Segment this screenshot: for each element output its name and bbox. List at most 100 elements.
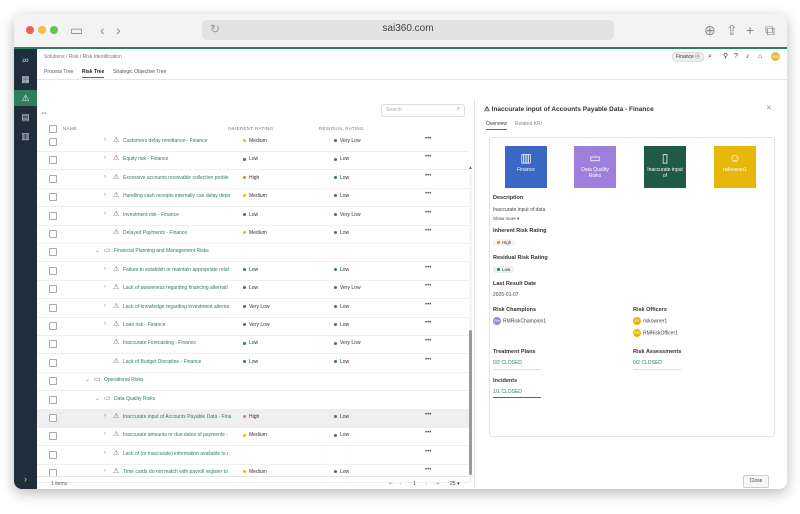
scroll-up-icon[interactable]: ▲ bbox=[468, 165, 473, 171]
user-avatar[interactable]: RM bbox=[771, 52, 780, 61]
risk-name[interactable]: Failure to establish or maintain appropr… bbox=[123, 267, 241, 273]
more-options-icon[interactable]: ••• bbox=[425, 357, 431, 363]
logo-icon[interactable]: ∞ bbox=[14, 52, 37, 68]
tile-unit[interactable]: ▥ Finance bbox=[505, 146, 547, 188]
table-row[interactable]: › ⚠ Failure to establish or maintain appro… bbox=[37, 262, 469, 281]
officer-entry[interactable]: RM RMRiskOfficer1 bbox=[633, 329, 678, 337]
column-header-name[interactable]: NAME bbox=[63, 126, 77, 131]
collapse-icon[interactable]: ⌄ bbox=[95, 395, 100, 402]
row-checkbox[interactable] bbox=[49, 414, 57, 422]
scroll-thumb[interactable] bbox=[469, 330, 472, 475]
table-row[interactable]: ⚠ Inaccurate Forecasting - Finance Low Very… bbox=[37, 335, 469, 355]
risk-name[interactable]: Lack of (or inaccurate) information avai… bbox=[123, 451, 241, 457]
expand-icon[interactable]: › bbox=[104, 431, 106, 437]
table-row[interactable]: › ⚠ Handling cash receipts internally can … bbox=[37, 188, 469, 208]
expand-icon[interactable]: › bbox=[104, 468, 106, 474]
expand-icon[interactable]: › bbox=[104, 211, 106, 217]
risk-name[interactable]: Loan risk - Finance bbox=[123, 322, 241, 328]
risk-name[interactable]: Equity risk - Finance bbox=[123, 156, 241, 162]
row-checkbox[interactable] bbox=[49, 285, 57, 294]
row-checkbox[interactable] bbox=[49, 193, 57, 202]
next-page-icon[interactable]: › bbox=[425, 481, 427, 487]
close-window-button[interactable] bbox=[26, 26, 34, 34]
table-row[interactable]: › ⚠ Lack of awareness regarding financing … bbox=[37, 280, 469, 300]
last-page-icon[interactable]: ⇥ bbox=[435, 481, 439, 487]
more-options-icon[interactable]: ••• bbox=[425, 430, 431, 436]
column-header-inherent[interactable]: INHERENT RATING bbox=[228, 126, 273, 131]
home-icon[interactable]: ⌂ bbox=[758, 52, 762, 61]
row-checkbox[interactable] bbox=[49, 450, 57, 459]
row-checkbox[interactable] bbox=[49, 303, 57, 312]
risk-nav-icon[interactable]: ⚠ bbox=[14, 90, 37, 106]
row-checkbox[interactable] bbox=[49, 377, 57, 386]
row-checkbox[interactable] bbox=[49, 432, 57, 441]
grid-scrollbar[interactable]: ▲ bbox=[468, 165, 473, 482]
tile-owner[interactable]: ☺ riskowner1 bbox=[714, 146, 756, 188]
table-row[interactable]: › ⚠ Loan risk - Finance Very Low Low ••• bbox=[37, 317, 469, 336]
expand-icon[interactable]: › bbox=[104, 413, 106, 419]
group-row[interactable]: ⌄ ▭ Operational Risks bbox=[37, 372, 469, 392]
breadcrumb[interactable]: Solutions / Risk / Risk Identification bbox=[44, 54, 122, 60]
more-options-icon[interactable]: ••• bbox=[425, 210, 431, 216]
group-name[interactable]: Operational Risks bbox=[104, 377, 143, 383]
expand-icon[interactable]: › bbox=[104, 321, 106, 327]
row-checkbox[interactable] bbox=[49, 230, 57, 238]
table-row[interactable]: › ⚠ Lack of knowledge regarding investment… bbox=[37, 299, 469, 318]
help-icon[interactable]: ? bbox=[734, 52, 738, 61]
row-checkbox[interactable] bbox=[49, 340, 57, 349]
back-icon[interactable]: ‹ bbox=[100, 22, 105, 38]
risk-name[interactable]: Inaccurate input of Accounts Payable Dat… bbox=[123, 414, 241, 420]
group-name[interactable]: Data Quality Risks bbox=[114, 396, 155, 402]
tile-risk[interactable]: ▯ Inaccurate input of bbox=[644, 146, 686, 188]
risk-name[interactable]: Lack of knowledge regarding investment a… bbox=[123, 304, 241, 310]
move-icon[interactable]: ⇔ bbox=[40, 108, 48, 117]
expand-icon[interactable]: › bbox=[104, 174, 106, 180]
table-row[interactable]: › ⚠ Lack of (or inaccurate) information av… bbox=[37, 446, 469, 465]
more-options-icon[interactable]: ••• bbox=[425, 191, 431, 197]
row-checkbox[interactable] bbox=[49, 248, 57, 257]
table-row[interactable]: › ⚠ Investment risk - Finance Low Very Low ••… bbox=[37, 207, 469, 226]
more-options-icon[interactable]: ••• bbox=[425, 283, 431, 289]
select-all-checkbox[interactable] bbox=[49, 125, 57, 133]
table-row[interactable]: › ⚠ Inaccurate input of Accounts Payable D… bbox=[37, 409, 469, 428]
risk-name[interactable]: Excessive accounts receivable collection… bbox=[123, 175, 241, 181]
expand-icon[interactable]: › bbox=[104, 303, 106, 309]
expand-icon[interactable]: › bbox=[104, 284, 106, 290]
more-options-icon[interactable]: ••• bbox=[425, 449, 431, 455]
expand-icon[interactable]: › bbox=[104, 155, 106, 161]
new-tab-icon[interactable]: + bbox=[746, 22, 754, 38]
tab-overview[interactable]: Overview bbox=[486, 121, 507, 130]
group-row[interactable]: ⌄ ▭ Financial Planning and Management Risk… bbox=[37, 243, 469, 263]
sidebar-toggle-icon[interactable]: ▭ bbox=[70, 22, 83, 38]
table-row[interactable]: ⚠ Delayed Payments - Finance Medium Low ••• bbox=[37, 225, 469, 244]
maximize-window-button[interactable] bbox=[50, 26, 58, 34]
close-button[interactable]: Close bbox=[743, 475, 769, 488]
row-checkbox[interactable] bbox=[49, 395, 57, 404]
current-page[interactable]: 1 bbox=[413, 481, 416, 487]
reports-icon[interactable]: ▤ bbox=[14, 109, 37, 125]
row-checkbox[interactable] bbox=[49, 266, 57, 275]
risk-name[interactable]: Delayed Payments - Finance bbox=[123, 230, 241, 236]
expand-icon[interactable]: › bbox=[104, 266, 106, 272]
expand-rail-icon[interactable]: › bbox=[14, 471, 37, 487]
share-icon[interactable]: ⇪ bbox=[726, 22, 738, 38]
more-options-icon[interactable]: ••• bbox=[425, 154, 431, 160]
prev-page-icon[interactable]: ‹ bbox=[400, 481, 402, 487]
forward-icon[interactable]: › bbox=[116, 22, 121, 38]
row-checkbox[interactable] bbox=[49, 211, 57, 220]
champion-entry[interactable]: RM RMRiskChampion1 bbox=[493, 317, 546, 325]
risk-name[interactable]: Customers delay remittance - Finance bbox=[123, 138, 241, 144]
column-header-residual[interactable]: RESIDUAL RATING bbox=[319, 126, 364, 131]
more-options-icon[interactable]: ••• bbox=[425, 320, 431, 326]
tab-related-kri[interactable]: Related KRI bbox=[515, 121, 542, 127]
row-checkbox[interactable] bbox=[49, 174, 57, 183]
more-options-icon[interactable]: ••• bbox=[425, 136, 431, 142]
table-row[interactable]: › ⚠ Inaccurate amounts or due dates of pay… bbox=[37, 427, 469, 447]
expand-icon[interactable]: › bbox=[104, 192, 106, 198]
grid-search-input[interactable]: Search ⌕ bbox=[381, 104, 465, 117]
tabs-overview-icon[interactable]: ⧉ bbox=[765, 22, 775, 38]
close-icon[interactable]: ✕ bbox=[766, 104, 772, 112]
more-options-icon[interactable]: ••• bbox=[425, 228, 431, 234]
collapse-icon[interactable]: ⌄ bbox=[85, 376, 90, 383]
expand-icon[interactable]: › bbox=[104, 137, 106, 143]
